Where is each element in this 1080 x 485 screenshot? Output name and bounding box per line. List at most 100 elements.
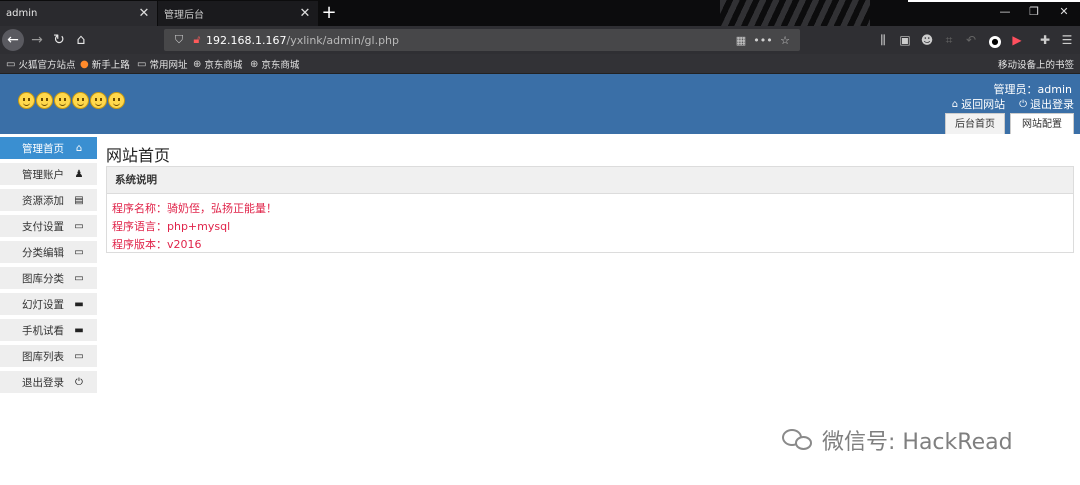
close-window-button[interactable]: ✕ bbox=[1054, 5, 1074, 18]
bookmark-item[interactable]: ⊕ 京东商城 bbox=[193, 57, 243, 72]
sidebar-item-label: 管理账户 bbox=[22, 168, 64, 181]
panel-title: 系统说明 bbox=[107, 167, 1073, 194]
back-button[interactable]: ← bbox=[2, 29, 24, 51]
back-to-site-link[interactable]: ⌂ 返回网站 bbox=[952, 96, 1005, 112]
smiley-icon bbox=[72, 92, 89, 109]
sidebar-item-mobile-preview[interactable]: 手机试看 ▬ bbox=[0, 319, 97, 341]
globe-icon: ⊕ bbox=[250, 58, 259, 70]
undo-icon[interactable]: ↶ bbox=[960, 29, 982, 51]
wechat-watermark: 微信号: HackRead bbox=[782, 424, 1013, 456]
sidebar-item-slideshow-settings[interactable]: 幻灯设置 ▬ bbox=[0, 293, 97, 315]
smiley-icon bbox=[108, 92, 125, 109]
close-tab-icon[interactable]: ✕ bbox=[298, 6, 312, 21]
sidebar-item-payment-settings[interactable]: 支付设置 ▭ bbox=[0, 215, 97, 237]
menu-icon[interactable]: ☰ bbox=[1056, 29, 1078, 51]
sidebar-item-label: 退出登录 bbox=[22, 376, 64, 389]
extension-icon[interactable]: ● bbox=[984, 29, 1006, 51]
minimize-button[interactable]: — bbox=[995, 5, 1015, 18]
smiley-icon bbox=[54, 92, 71, 109]
window-icon: ▭ bbox=[74, 272, 84, 284]
page-actions-button[interactable]: ••• bbox=[750, 34, 776, 47]
maximize-button[interactable]: ❐ bbox=[1024, 5, 1044, 18]
sidebar-item-label: 图库分类 bbox=[22, 272, 64, 285]
account-icon[interactable]: ☻ bbox=[916, 29, 938, 51]
sidebar-item-label: 资源添加 bbox=[22, 194, 64, 207]
folder-icon: ▬ bbox=[74, 324, 84, 336]
sidebar-item-gallery-list[interactable]: 图库列表 ▭ bbox=[0, 345, 97, 367]
watermark-text: 微信号: HackRead bbox=[822, 430, 1013, 455]
bookmark-item[interactable]: ● 新手上路 bbox=[80, 57, 130, 72]
window-icon: ▭ bbox=[74, 350, 84, 362]
smiley-icon bbox=[36, 92, 53, 109]
browser-tab-admin-panel[interactable]: 管理后台 ✕ bbox=[158, 1, 318, 26]
sidebar-item-label: 分类编辑 bbox=[22, 246, 64, 259]
smiley-icon bbox=[90, 92, 107, 109]
url-path: /yxlink/admin/gl.php bbox=[286, 33, 400, 47]
bookmark-item[interactable]: ⊕ 京东商城 bbox=[250, 57, 300, 72]
firefox-icon: ● bbox=[80, 58, 89, 70]
tab-strip: admin ✕ 管理后台 ✕ + — ❐ ✕ bbox=[0, 0, 1080, 26]
screenshot-icon[interactable]: ⌗ bbox=[938, 29, 960, 51]
tab-title: admin bbox=[6, 8, 38, 19]
mobile-bookmarks[interactable]: 移动设备上的书签 bbox=[998, 57, 1074, 71]
sidebar-item-admin-accounts[interactable]: 管理账户 ♟ bbox=[0, 163, 97, 185]
video-extension-icon[interactable]: ▶ bbox=[1006, 29, 1028, 51]
bookmark-label: 常用网址 bbox=[149, 60, 188, 71]
qr-code-icon[interactable]: ▦ bbox=[732, 34, 750, 47]
address-bar[interactable]: ⛉ 🔓︎ 192.168.1.167 /yxlink/admin/gl.php … bbox=[164, 29, 800, 51]
bookmark-star-icon[interactable]: ☆ bbox=[776, 34, 794, 47]
bookmark-item[interactable]: ▭ 常用网址 bbox=[137, 57, 188, 72]
addons-icon[interactable]: ✚ bbox=[1034, 29, 1056, 51]
globe-icon: ⊕ bbox=[193, 58, 202, 70]
bookmark-label: 京东商城 bbox=[204, 60, 243, 71]
sidebar-item-label: 管理首页 bbox=[22, 142, 64, 155]
home-icon: ⌂ bbox=[75, 142, 83, 154]
bookmark-label: 京东商城 bbox=[261, 60, 300, 71]
home-icon: ⌂ bbox=[951, 98, 959, 110]
window-icon: ▭ bbox=[74, 220, 84, 232]
sidebar-item-category-edit[interactable]: 分类编辑 ▭ bbox=[0, 241, 97, 263]
home-button[interactable]: ⌂ bbox=[70, 29, 92, 51]
program-language-line: 程序语言：php+mysql bbox=[112, 220, 231, 233]
bookmark-item[interactable]: ▭ 火狐官方站点 bbox=[6, 57, 76, 72]
browser-tab-admin[interactable]: admin ✕ bbox=[0, 1, 157, 26]
tab-strip-decoration bbox=[720, 0, 870, 26]
site-header: 管理员：admin ⌂ 返回网站 ⏻ 退出登录 后台首页 网站配置 bbox=[0, 74, 1080, 134]
forward-button[interactable]: → bbox=[26, 29, 48, 51]
site-logo[interactable] bbox=[18, 92, 126, 109]
program-version-line: 程序版本：v2016 bbox=[112, 238, 202, 251]
user-icon: ♟ bbox=[74, 168, 84, 180]
back-to-site-label: 返回网站 bbox=[961, 98, 1006, 111]
mobile-bookmarks-label: 移动设备上的书签 bbox=[997, 60, 1074, 71]
program-name-line: 程序名称：骑奶侄，弘扬正能量！ bbox=[112, 202, 277, 215]
tab-admin-home[interactable]: 后台首页 bbox=[945, 113, 1005, 134]
tab-site-config[interactable]: 网站配置 bbox=[1010, 113, 1074, 134]
navigation-toolbar: ← → ↻ ⌂ ⛉ 🔓︎ 192.168.1.167 /yxlink/admin… bbox=[0, 26, 1080, 54]
sidebar-icon[interactable]: ▣ bbox=[894, 29, 916, 51]
wechat-icon bbox=[782, 427, 814, 453]
logout-link[interactable]: ⏻ 退出登录 bbox=[1019, 96, 1074, 112]
new-tab-button[interactable]: + bbox=[318, 2, 340, 24]
header-links: ⌂ 返回网站 ⏻ 退出登录 bbox=[938, 96, 1074, 112]
insecure-lock-icon[interactable]: 🔓︎ bbox=[188, 33, 206, 47]
sidebar-item-gallery-category[interactable]: 图库分类 ▭ bbox=[0, 267, 97, 289]
tab-strip-highlight bbox=[908, 0, 1080, 2]
admin-label: 管理员：admin bbox=[993, 83, 1072, 96]
reload-button[interactable]: ↻ bbox=[48, 29, 70, 51]
bookmark-label: 新手上路 bbox=[91, 60, 130, 71]
bookmark-label: 火狐官方站点 bbox=[18, 60, 76, 71]
system-info-panel: 系统说明 程序名称：骑奶侄，弘扬正能量！ 程序语言：php+mysql 程序版本… bbox=[106, 166, 1074, 253]
window-icon: ▭ bbox=[74, 246, 84, 258]
tab-title: 管理后台 bbox=[164, 10, 204, 21]
sidebar-item-add-resource[interactable]: 资源添加 ▤ bbox=[0, 189, 97, 211]
sidebar-item-label: 图库列表 bbox=[22, 350, 64, 363]
sidebar-item-logout[interactable]: 退出登录 ⏻ bbox=[0, 371, 97, 393]
url-host: 192.168.1.167 bbox=[206, 33, 287, 47]
close-tab-icon[interactable]: ✕ bbox=[137, 6, 151, 21]
library-icon[interactable]: ⫼ bbox=[872, 29, 894, 51]
bookmarks-toolbar: ▭ 火狐官方站点 ● 新手上路 ▭ 常用网址 ⊕ 京东商城 ⊕ 京东商城 移动设备上的书签 bbox=[0, 54, 1080, 74]
logout-label: 退出登录 bbox=[1030, 98, 1074, 111]
sidebar-item-admin-home[interactable]: 管理首页 ⌂ bbox=[0, 137, 97, 159]
sidebar-item-label: 幻灯设置 bbox=[22, 298, 64, 311]
shield-icon[interactable]: ⛉ bbox=[170, 33, 188, 47]
